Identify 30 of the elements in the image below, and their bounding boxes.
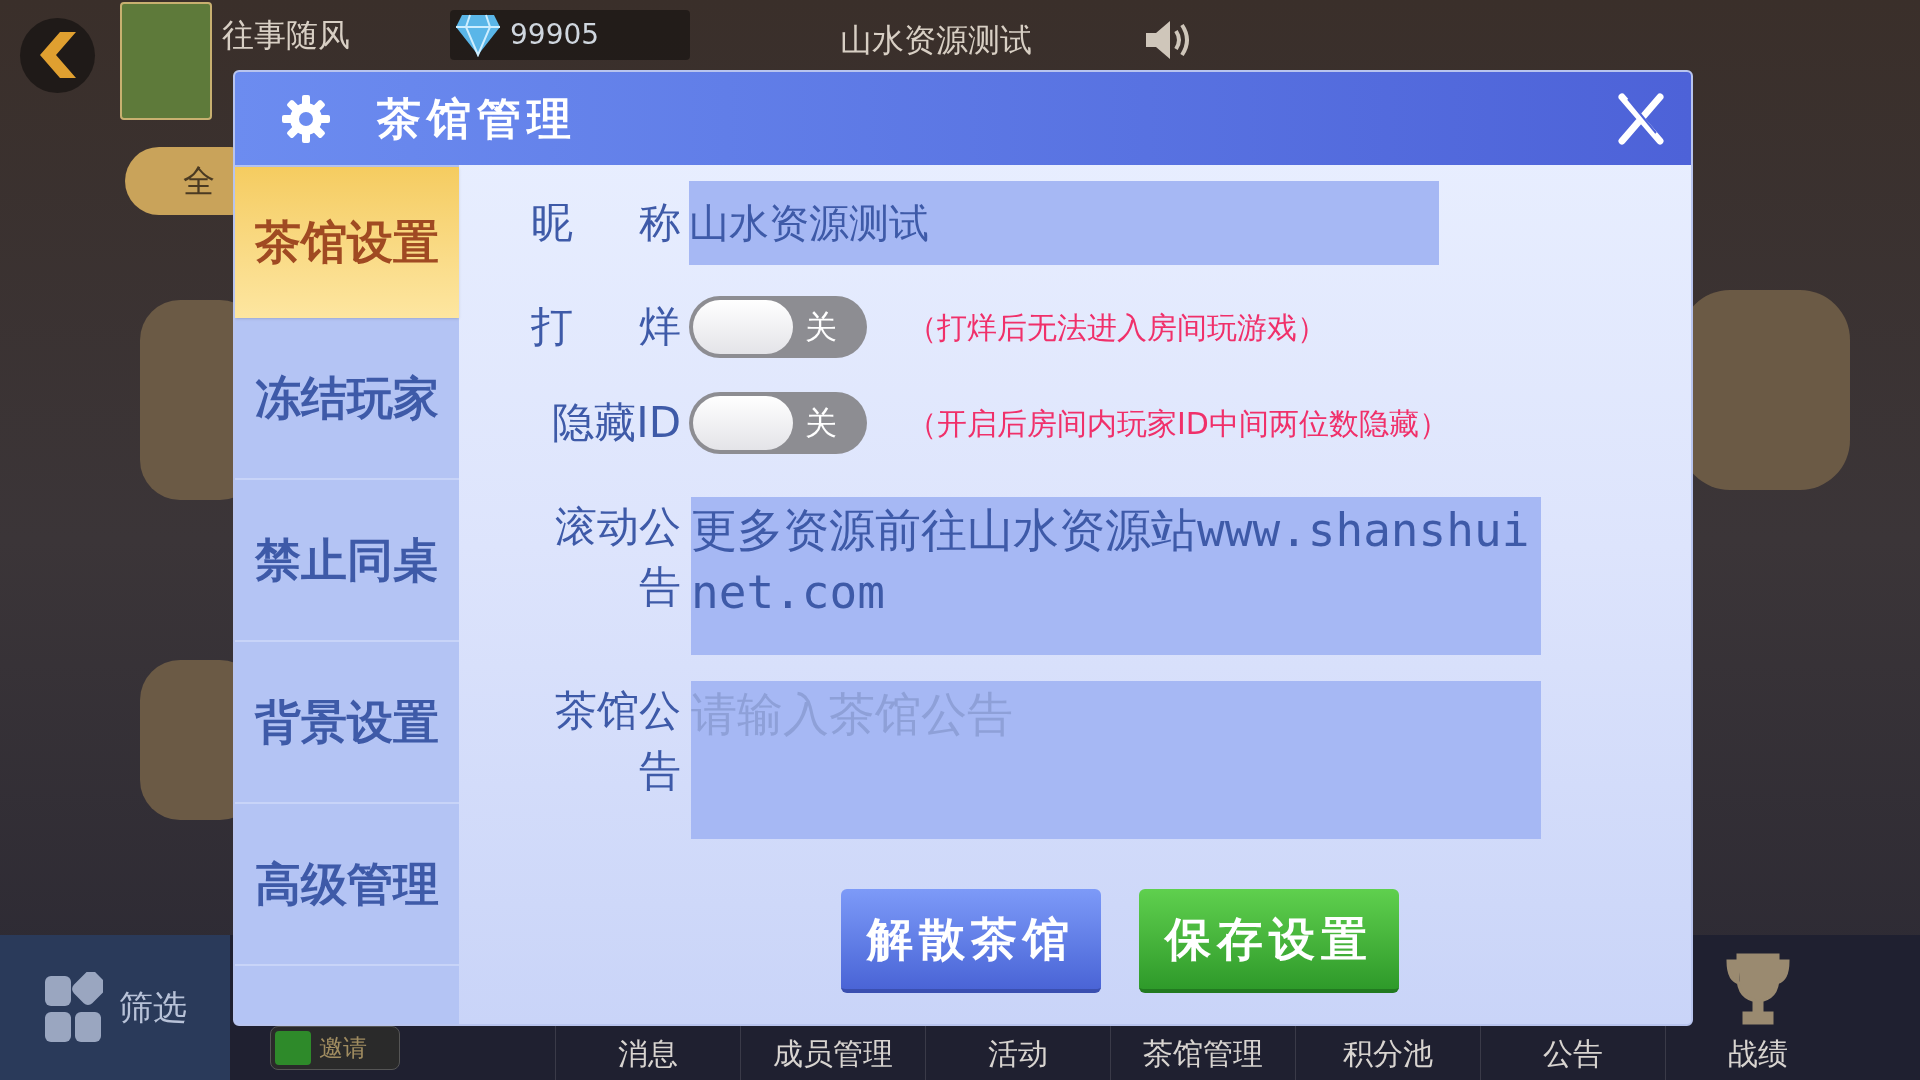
close-button[interactable] bbox=[1616, 90, 1666, 147]
text-area[interactable]: 更多资源前往山水资源站www.shanshuinet.com bbox=[691, 497, 1541, 655]
sidebar-tab[interactable]: 冻结玩家 bbox=[235, 318, 459, 480]
dissolve-button[interactable]: 解散茶馆 bbox=[841, 889, 1101, 993]
grid-icon bbox=[45, 971, 103, 1044]
filter-panel[interactable]: 筛选 bbox=[0, 935, 230, 1080]
sidebar-tab[interactable]: 高级管理 bbox=[235, 804, 459, 966]
toggle-switch[interactable]: 关 bbox=[689, 296, 867, 358]
nickname-field[interactable]: 山水资源测试 bbox=[689, 181, 1439, 265]
player-name: 往事随风 bbox=[222, 15, 350, 56]
sidebar-tab[interactable]: 禁止同桌 bbox=[235, 480, 459, 642]
field-label: 隐藏ID bbox=[551, 397, 681, 449]
dialog-title: 茶馆管理 bbox=[377, 91, 577, 146]
field-label: 茶馆公告 bbox=[554, 685, 681, 797]
diamond-counter: 99905 bbox=[450, 10, 690, 60]
hint-text: （打烊后无法进入房间玩游戏） bbox=[907, 308, 1327, 347]
save-button[interactable]: 保存设置 bbox=[1139, 889, 1399, 993]
field-label: 打烊 bbox=[531, 301, 681, 353]
room-name: 山水资源测试 bbox=[840, 20, 1032, 61]
diamond-icon bbox=[454, 13, 502, 57]
field-label: 滚动公告 bbox=[554, 501, 681, 613]
close-icon bbox=[1618, 92, 1664, 145]
sidebar-tab[interactable]: 背景设置 bbox=[235, 642, 459, 804]
sidebar-tab[interactable]: 茶馆设置 bbox=[235, 167, 459, 318]
field-label: 昵称 bbox=[531, 197, 681, 249]
invite-button[interactable]: 邀请 bbox=[270, 1026, 400, 1070]
hint-text: （开启后房间内玩家ID中间两位数隐藏） bbox=[907, 404, 1449, 443]
toggle-switch[interactable]: 关 bbox=[689, 392, 867, 454]
settings-icon bbox=[280, 92, 332, 145]
filter-label: 筛选 bbox=[119, 986, 187, 1029]
